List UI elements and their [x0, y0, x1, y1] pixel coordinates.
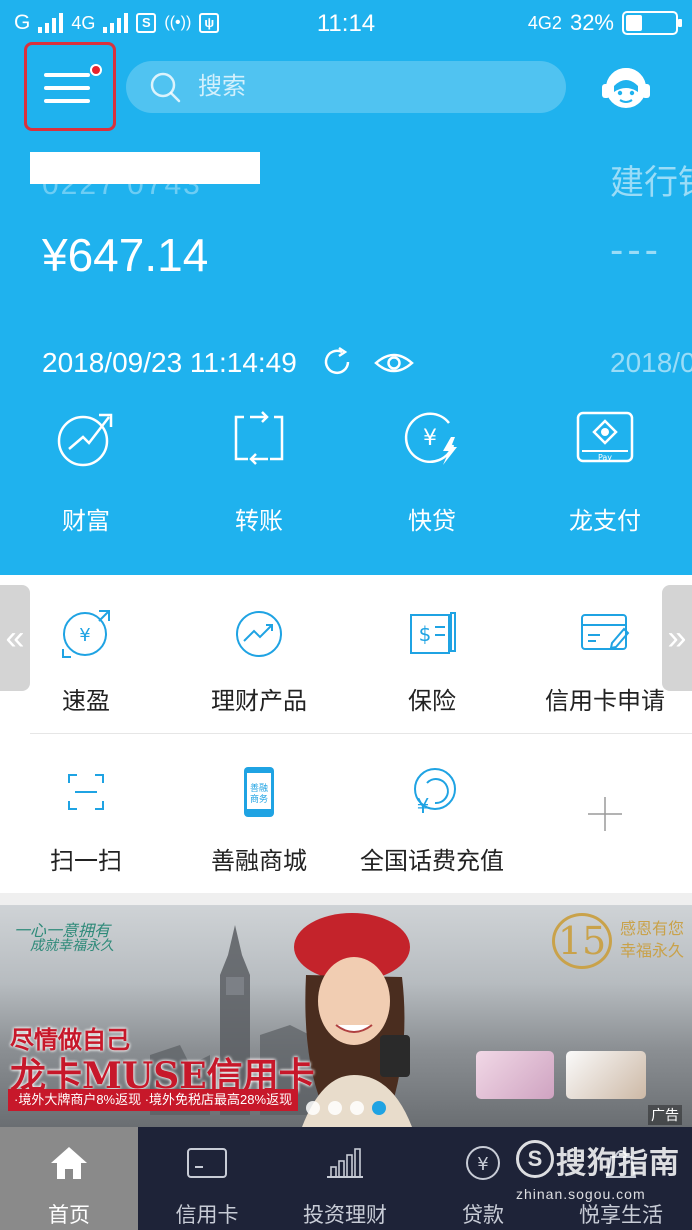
credit-card-image: [476, 1051, 554, 1099]
scan-icon: [68, 774, 104, 810]
service-label: 全国话费充值: [360, 848, 504, 875]
nav-label: 信用卡: [175, 1204, 239, 1227]
service-label: 速盈: [62, 688, 110, 715]
service-wealth-products[interactable]: 理财产品: [173, 605, 345, 716]
search-bar[interactable]: 搜索: [126, 61, 566, 113]
mall-phone-icon: 善融 商务: [244, 767, 274, 817]
nav-credit-card[interactable]: 信用卡: [138, 1127, 276, 1230]
nav-home[interactable]: 首页: [0, 1127, 138, 1230]
quick-action-label: 转账: [235, 508, 283, 535]
quick-action-quick-loan[interactable]: ¥ 快贷: [346, 405, 518, 555]
service-scan[interactable]: 扫一扫: [0, 765, 172, 876]
sogou-logo-icon: S: [516, 1140, 554, 1178]
notification-dot: [90, 64, 102, 76]
service-label: 信用卡申请: [545, 688, 665, 715]
transfer-icon: [234, 411, 284, 465]
service-su-ying[interactable]: ¥ 速盈: [0, 605, 172, 716]
insurance-doc-icon: $: [410, 612, 456, 654]
svg-text:¥: ¥: [79, 625, 90, 646]
svg-text:商务: 商务: [250, 793, 268, 805]
customer-service-icon[interactable]: [598, 60, 654, 116]
dragon-pay-icon: Pay: [576, 411, 634, 463]
svg-text:善融: 善融: [250, 782, 268, 794]
service-shanrong-mall[interactable]: 善融 商务 善融商城: [173, 765, 345, 876]
svg-text:¥: ¥: [477, 1154, 488, 1175]
yuan-coin-icon: ¥: [466, 1146, 500, 1180]
balance-timestamp: 2018/09/23 11:14:49: [42, 347, 297, 378]
network-type: 4G2: [527, 12, 562, 33]
card-apply-icon: [581, 614, 630, 650]
watermark-brand: 搜狗指南: [556, 1147, 680, 1180]
account-number-mask: [30, 152, 260, 184]
quick-action-label: 快贷: [408, 508, 456, 535]
watermark-url: zhinan.sogou.com: [516, 1186, 646, 1202]
svg-text:Pay: Pay: [598, 453, 612, 462]
yuan-exchange-icon: ¥: [62, 610, 110, 658]
carousel-dot[interactable]: [306, 1101, 320, 1115]
nav-investment[interactable]: 投资理财: [276, 1127, 414, 1230]
carousel-dot-active[interactable]: [372, 1101, 386, 1115]
service-label: 扫一扫: [50, 848, 122, 875]
search-icon: [150, 72, 181, 103]
service-label: 理财产品: [211, 688, 307, 715]
add-service-button[interactable]: [519, 765, 691, 841]
banner-slogan: 成就幸福永久: [30, 938, 114, 954]
refresh-icon[interactable]: [320, 345, 354, 379]
home-icon: [51, 1147, 87, 1179]
anniversary-logo: 15: [552, 913, 612, 969]
sogou-watermark: S 搜狗指南 zhinan.sogou.com: [512, 1138, 682, 1208]
quick-action-wealth[interactable]: 财富: [0, 405, 172, 555]
anniversary-line: 幸福永久: [620, 943, 685, 960]
phone-recharge-icon: ¥: [414, 768, 456, 818]
account-balance: ¥647.14: [42, 229, 209, 281]
promo-banner[interactable]: 一心一意拥有 成就幸福永久 15 感恩有您 幸福永久 尽情做自己 龙卡MUSE信…: [0, 905, 692, 1127]
quick-action-label: 财富: [62, 508, 110, 535]
service-phone-recharge[interactable]: ¥ 全国话费充值: [346, 765, 518, 876]
anniversary-line: 感恩有您: [620, 921, 685, 938]
search-input[interactable]: 搜索: [198, 61, 246, 113]
service-insurance[interactable]: $ 保险: [346, 605, 518, 716]
credit-card-image: [566, 1051, 646, 1099]
svg-text:¥: ¥: [423, 426, 437, 451]
quick-action-transfer[interactable]: 转账: [173, 405, 345, 555]
carousel-dots: [0, 1101, 692, 1120]
eye-icon[interactable]: [374, 348, 414, 378]
svg-text:$: $: [419, 622, 432, 646]
battery-percent: 32%: [569, 10, 614, 35]
anniversary-text: 感恩有您 幸福永久: [620, 919, 684, 963]
quick-action-dragon-pay[interactable]: Pay 龙支付: [519, 405, 691, 555]
hamburger-icon: [44, 73, 90, 103]
svg-text:¥: ¥: [417, 794, 430, 818]
nav-label: 首页: [48, 1204, 90, 1227]
service-label: 善融商城: [211, 848, 307, 875]
wealth-chart-icon: [57, 413, 113, 467]
carousel-dot[interactable]: [328, 1101, 342, 1115]
credit-card-icon: [187, 1148, 227, 1178]
carousel-dot[interactable]: [350, 1101, 364, 1115]
bar-chart-icon: [327, 1148, 363, 1178]
next-card-balance: ---: [610, 228, 662, 272]
trend-chart-icon: [236, 611, 282, 657]
menu-button[interactable]: [24, 42, 116, 131]
nav-label: 投资理财: [303, 1204, 387, 1227]
next-card-bank-name[interactable]: 建行银: [610, 155, 692, 204]
next-card-timestamp: 2018/09: [610, 347, 692, 378]
service-credit-card-apply[interactable]: 信用卡申请: [519, 605, 691, 716]
quick-loan-icon: ¥: [404, 412, 457, 465]
service-label: 保险: [408, 688, 456, 715]
service-divider: [30, 733, 692, 734]
service-grid: « » ¥ 速盈 理财产品 $ 保险 信用卡申请 扫一扫 善融 商务 善融商城 …: [0, 575, 692, 893]
plus-icon: [588, 797, 622, 831]
quick-action-label: 龙支付: [569, 508, 641, 535]
battery-icon: [622, 11, 682, 35]
account-header: G 4G S ((•)) ψ 11:14 4G2 32% 搜索 0227 074…: [0, 0, 692, 575]
